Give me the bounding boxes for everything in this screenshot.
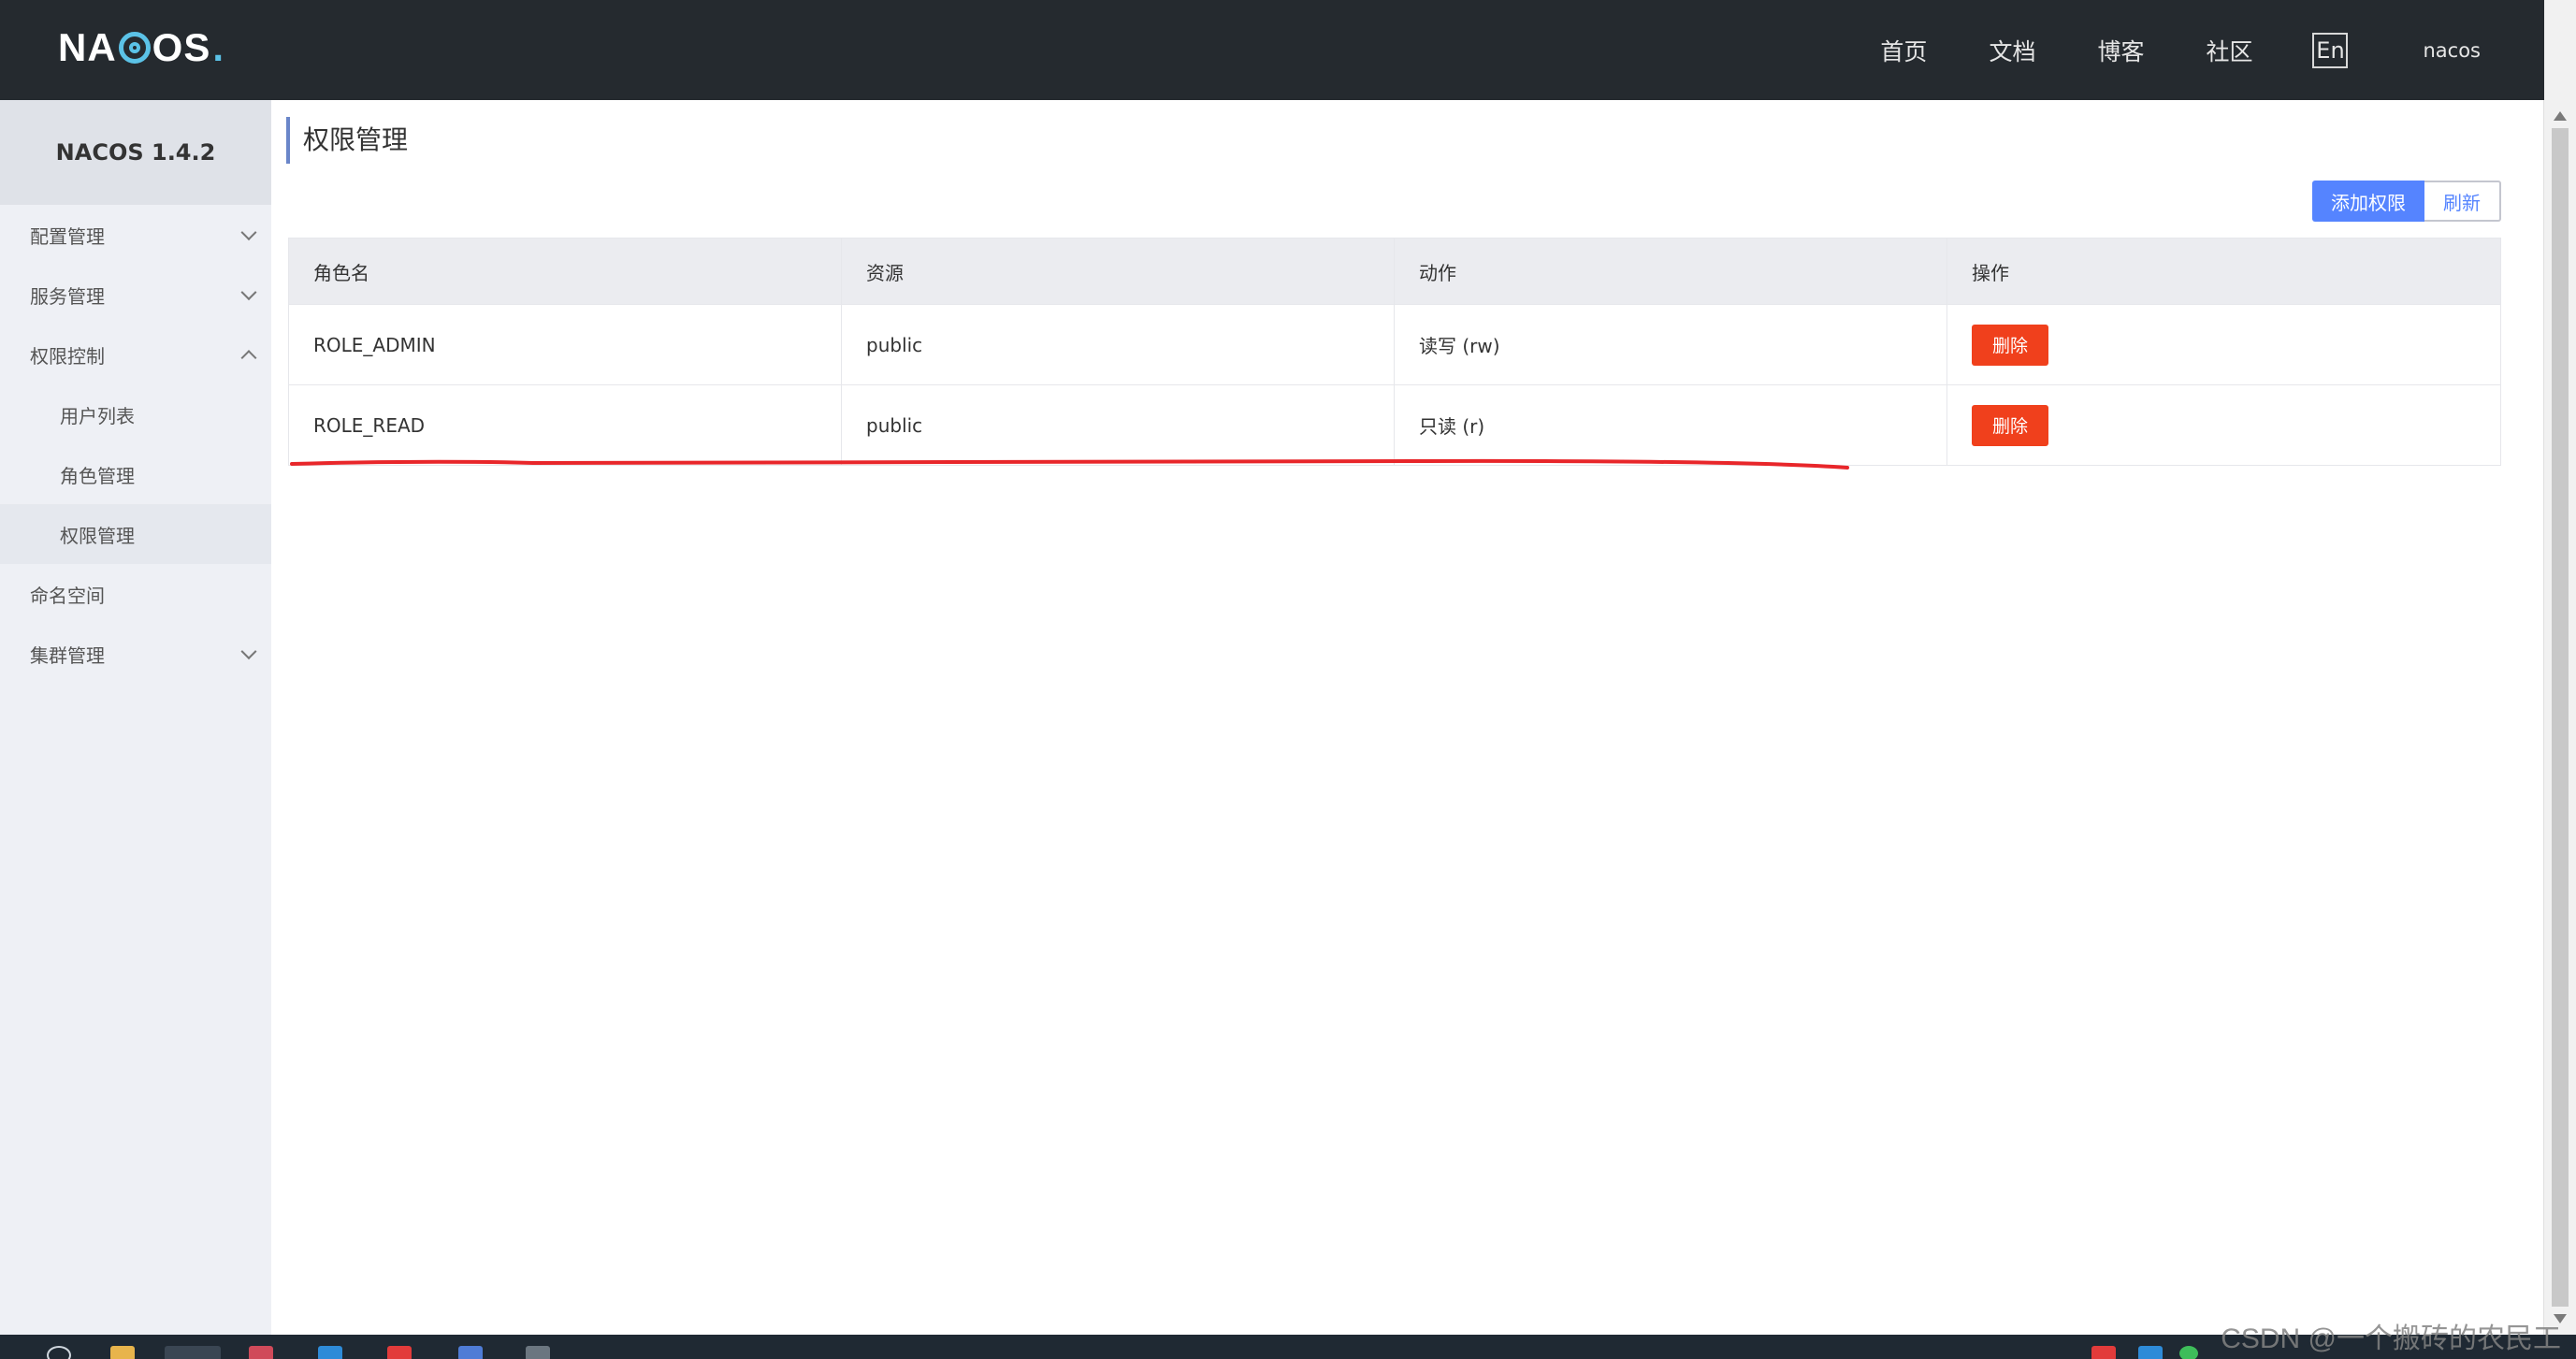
nav-community[interactable]: 社区 [2206, 34, 2252, 67]
top-header: NA OS. 首页 文档 博客 社区 En nacos [0, 0, 2544, 100]
sidebar-item-users[interactable]: 用户列表 [0, 384, 271, 444]
scrollbar-gutter [2544, 0, 2576, 100]
os-taskbar [0, 1335, 2576, 1359]
sidebar-item-cluster[interactable]: 集群管理 [0, 624, 271, 684]
nav-blog[interactable]: 博客 [2097, 34, 2144, 67]
logo-text: NA [58, 25, 117, 69]
role-cell: ROLE_ADMIN [289, 305, 842, 384]
sidebar-item-label: 集群管理 [30, 643, 105, 667]
app-icon[interactable] [249, 1346, 273, 1359]
resource-cell: public [842, 385, 1395, 465]
chevron-down-icon [240, 643, 257, 660]
tray-icon[interactable] [2179, 1346, 2198, 1359]
scroll-up-arrow-icon[interactable] [2554, 111, 2567, 121]
refresh-button[interactable]: 刷新 [2424, 181, 2501, 222]
top-nav: 首页 文档 博客 社区 En nacos [1818, 0, 2481, 100]
delete-button[interactable]: 删除 [1972, 404, 2048, 446]
sidebar-item-config[interactable]: 配置管理 [0, 205, 271, 265]
app-icon[interactable] [318, 1346, 342, 1359]
sidebar-item-label: 配置管理 [30, 224, 105, 248]
app-icon[interactable] [387, 1346, 412, 1359]
permission-table: 角色名 资源 动作 操作 ROLE_ADMIN public 读写 (rw) 删… [288, 238, 2501, 466]
table-row: ROLE_READ public 只读 (r) 删除 [289, 384, 2500, 465]
sidebar: NACOS 1.4.2 配置管理 服务管理 权限控制 用户列表 角色管理 权限管… [0, 100, 271, 1335]
red-underline-annotation [290, 458, 1849, 470]
sidebar-item-label: 角色管理 [60, 464, 135, 487]
sidebar-item-label: 命名空间 [30, 584, 105, 607]
column-header-role[interactable]: 角色名 [289, 239, 842, 304]
delete-button[interactable]: 删除 [1972, 324, 2048, 366]
add-permission-button[interactable]: 添加权限 [2312, 181, 2424, 222]
sidebar-item-namespace[interactable]: 命名空间 [0, 564, 271, 624]
sidebar-item-label: 服务管理 [30, 284, 105, 308]
tray-icon[interactable] [2091, 1346, 2116, 1359]
sidebar-item-service[interactable]: 服务管理 [0, 265, 271, 325]
app-icon[interactable] [458, 1346, 483, 1359]
table-header: 角色名 资源 动作 操作 [289, 239, 2500, 304]
vertical-scrollbar[interactable] [2543, 100, 2576, 1335]
logo-mark-icon [118, 32, 151, 64]
toolbar: 添加权限 刷新 [2312, 181, 2501, 222]
nacos-logo[interactable]: NA OS. [58, 24, 224, 71]
nav-docs[interactable]: 文档 [1989, 34, 2035, 67]
column-header-operation[interactable]: 操作 [1947, 239, 2500, 304]
watermark: CSDN @一个搬砖的农民工 [2221, 1323, 2561, 1354]
nav-home[interactable]: 首页 [1880, 34, 1927, 67]
user-menu[interactable]: nacos [2423, 39, 2481, 62]
sidebar-item-label: 权限控制 [30, 344, 105, 368]
file-explorer-icon[interactable] [110, 1346, 135, 1359]
resource-cell: public [842, 305, 1395, 384]
column-header-resource[interactable]: 资源 [842, 239, 1395, 304]
tray-icon[interactable] [2138, 1346, 2163, 1359]
browser-icon[interactable] [165, 1346, 221, 1359]
scrollbar-thumb[interactable] [2552, 128, 2569, 1307]
sidebar-item-label: 权限管理 [60, 524, 135, 547]
sidebar-item-roles[interactable]: 角色管理 [0, 444, 271, 504]
operation-cell: 删除 [1947, 385, 2500, 465]
sidebar-item-label: 用户列表 [60, 404, 135, 427]
terminal-icon[interactable] [526, 1346, 550, 1359]
chevron-down-icon [240, 284, 257, 301]
language-switch-button[interactable]: En [2312, 32, 2349, 68]
page-title: 权限管理 [286, 117, 408, 164]
table-row: ROLE_ADMIN public 读写 (rw) 删除 [289, 304, 2500, 384]
chevron-down-icon [240, 224, 257, 241]
operation-cell: 删除 [1947, 305, 2500, 384]
chevron-up-icon [240, 350, 257, 367]
action-cell: 读写 (rw) [1395, 305, 1947, 384]
main-content: 权限管理 添加权限 刷新 角色名 资源 动作 操作 ROLE_ADMIN pub… [271, 100, 2514, 1335]
version-label: NACOS 1.4.2 [0, 100, 271, 205]
role-cell: ROLE_READ [289, 385, 842, 465]
action-cell: 只读 (r) [1395, 385, 1947, 465]
sidebar-item-permissions[interactable]: 权限管理 [0, 504, 271, 564]
column-header-action[interactable]: 动作 [1395, 239, 1947, 304]
search-icon[interactable] [47, 1346, 71, 1359]
sidebar-item-auth[interactable]: 权限控制 [0, 325, 271, 384]
